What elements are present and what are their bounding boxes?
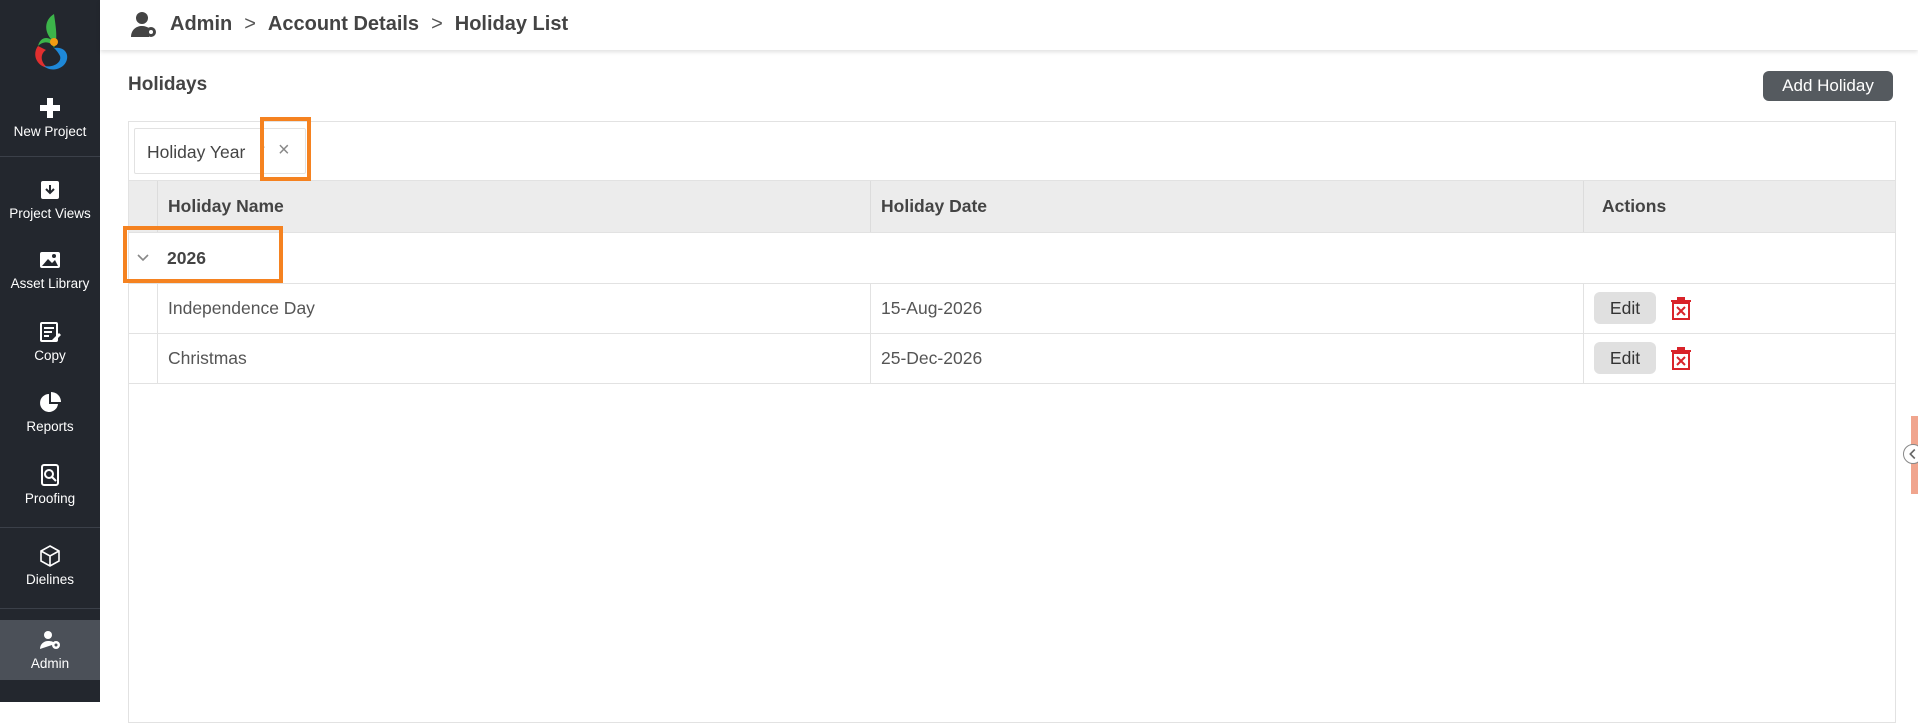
sidebar-item-label: Dielines xyxy=(25,572,75,587)
image-icon xyxy=(40,252,60,268)
breadcrumb-separator: > xyxy=(431,13,443,35)
actions-cell: Edit xyxy=(1583,334,1895,383)
group-row-2026[interactable]: 2026 xyxy=(129,233,1895,284)
sidebar-item-asset-library[interactable]: Asset Library xyxy=(0,248,100,291)
top-bar: Admin > Account Details > Holiday List xyxy=(100,0,1918,50)
sidebar-item-label: Asset Library xyxy=(10,276,90,291)
breadcrumb-separator: > xyxy=(244,13,256,35)
sidebar-item-proofing[interactable]: Proofing xyxy=(0,463,100,506)
holiday-name-cell: Christmas xyxy=(157,334,870,383)
plus-icon xyxy=(40,98,60,118)
holiday-name-cell: Independence Day xyxy=(157,284,870,333)
add-holiday-button[interactable]: Add Holiday xyxy=(1763,71,1893,101)
column-header-holiday-name[interactable]: Holiday Name xyxy=(157,181,870,232)
table-row: Independence Day 15-Aug-2026 Edit xyxy=(129,284,1895,334)
column-header-holiday-date[interactable]: Holiday Date xyxy=(870,181,1583,232)
sidebar: New Project Project Views Asset Library … xyxy=(0,0,100,702)
breadcrumb-account-details[interactable]: Account Details xyxy=(268,13,419,35)
sidebar-item-label: Proofing xyxy=(24,491,76,506)
breadcrumb-holiday-list: Holiday List xyxy=(454,13,569,35)
sidebar-item-dielines[interactable]: Dielines xyxy=(0,544,100,587)
sidebar-item-label: Project Views xyxy=(9,206,91,221)
pie-chart-icon xyxy=(40,392,61,412)
cube-icon xyxy=(40,545,60,567)
sort-asc-icon[interactable]: ↑ xyxy=(259,141,267,159)
chevron-down-icon[interactable] xyxy=(135,249,151,265)
divider xyxy=(0,156,100,157)
divider xyxy=(0,527,100,528)
holiday-date-cell: 15-Aug-2026 xyxy=(870,284,1583,333)
edit-document-icon xyxy=(40,322,61,342)
holiday-grid: Holiday Year ↑ × Holiday Name Holiday Da… xyxy=(128,121,1896,723)
group-chip-label: Holiday Year xyxy=(147,142,246,162)
table-header: Holiday Name Holiday Date Actions xyxy=(129,181,1895,233)
group-value: 2026 xyxy=(167,248,206,268)
delete-icon[interactable] xyxy=(1670,296,1692,320)
admin-user-icon xyxy=(40,631,60,649)
holiday-date-cell: 25-Dec-2026 xyxy=(870,334,1583,383)
actions-cell: Edit xyxy=(1583,284,1895,333)
edit-button[interactable]: Edit xyxy=(1594,342,1656,374)
group-by-panel: Holiday Year ↑ × xyxy=(129,122,1895,181)
divider xyxy=(0,608,100,609)
inbox-icon xyxy=(41,181,59,199)
sidebar-item-label: Copy xyxy=(34,348,66,363)
sidebar-item-project-views[interactable]: Project Views xyxy=(0,178,100,221)
sidebar-item-admin[interactable]: Admin xyxy=(0,620,100,680)
delete-icon[interactable] xyxy=(1670,346,1692,370)
breadcrumb-admin[interactable]: Admin xyxy=(170,13,232,35)
sidebar-item-label: Admin xyxy=(30,656,70,671)
sidebar-item-copy[interactable]: Copy xyxy=(0,320,100,363)
sidebar-item-reports[interactable]: Reports xyxy=(0,391,100,434)
breadcrumb: Admin > Account Details > Holiday List xyxy=(170,13,568,36)
edit-button[interactable]: Edit xyxy=(1594,292,1656,324)
page-title: Holidays xyxy=(128,74,208,95)
sidebar-item-label: New Project xyxy=(13,124,87,139)
group-chip-holiday-year[interactable]: Holiday Year ↑ × xyxy=(134,128,306,174)
column-header-actions: Actions xyxy=(1583,181,1895,232)
admin-user-icon xyxy=(131,12,156,37)
sidebar-item-label: Reports xyxy=(26,419,74,434)
app-logo[interactable] xyxy=(24,10,76,72)
close-icon[interactable]: × xyxy=(278,139,290,162)
chevron-left-icon[interactable] xyxy=(1903,444,1918,464)
table-row: Christmas 25-Dec-2026 Edit xyxy=(129,334,1895,384)
sidebar-item-new-project[interactable]: New Project xyxy=(0,96,100,139)
search-document-icon xyxy=(41,464,59,486)
